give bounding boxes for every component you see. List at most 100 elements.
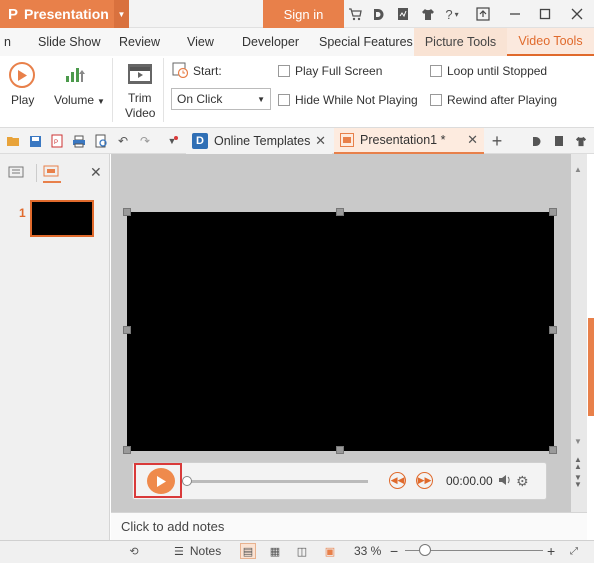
backup-icon[interactable]: ⟲ [126, 543, 142, 559]
app-menu-dropdown-icon[interactable]: ▼ [114, 0, 129, 28]
resize-handle[interactable] [549, 446, 557, 454]
seek-bar[interactable] [186, 480, 368, 483]
volume-icon[interactable] [64, 62, 90, 88]
shirt-icon[interactable] [572, 132, 590, 150]
new-tab-plus-icon[interactable]: + [488, 131, 506, 151]
gear-icon[interactable]: ⚙ [516, 473, 532, 489]
slide-thumbnail[interactable] [30, 200, 94, 237]
d-logo-icon[interactable] [368, 4, 388, 24]
d-logo-icon[interactable] [528, 132, 546, 150]
tab-view[interactable]: View [179, 28, 222, 56]
tab-video-tools[interactable]: Video Tools [507, 28, 594, 56]
restore-icon[interactable] [468, 0, 498, 28]
video-object[interactable] [127, 212, 554, 451]
close-icon[interactable] [562, 0, 592, 28]
resize-handle[interactable] [549, 208, 557, 216]
zoom-level[interactable]: 33 % [354, 542, 381, 560]
start-clock-icon [172, 62, 189, 79]
close-tab-icon[interactable]: ✕ [315, 133, 326, 149]
normal-view-icon[interactable]: ▤ [240, 543, 256, 559]
resize-handle[interactable] [123, 446, 131, 454]
panel-divider [36, 164, 37, 182]
slide-number: 1 [19, 206, 26, 220]
next-slide-icon[interactable]: ▼ ▼ [574, 474, 582, 489]
doc-tab-label: Presentation1 * [360, 133, 446, 147]
hide-while-not-playing-checkbox[interactable] [278, 94, 290, 106]
notes-toggle-label: Notes [189, 544, 222, 558]
trim-label-1: Trim [128, 91, 152, 105]
resize-handle[interactable] [336, 446, 344, 454]
notes-area[interactable]: Click to add notes [111, 512, 587, 540]
print-icon[interactable] [70, 132, 88, 150]
sign-in-button[interactable]: Sign in [263, 0, 344, 28]
customize-dropdown-icon[interactable]: ▼ [163, 132, 181, 150]
notes-placeholder: Click to add notes [121, 519, 225, 534]
save-icon[interactable] [26, 132, 44, 150]
scroll-down-icon[interactable]: ▼ [574, 437, 582, 446]
open-folder-icon[interactable] [4, 132, 22, 150]
volume-dropdown[interactable]: Volume ▼ [54, 93, 105, 107]
speaker-icon[interactable] [498, 473, 514, 489]
resize-handle[interactable] [123, 208, 131, 216]
start-select[interactable]: On Click ▼ [171, 88, 271, 110]
slides-view-icon[interactable] [43, 165, 61, 183]
tab-developer[interactable]: Developer [234, 28, 307, 56]
reading-view-icon[interactable]: ◫ [294, 543, 310, 559]
zoom-slider-thumb[interactable] [419, 544, 431, 556]
minimize-icon[interactable] [500, 0, 530, 28]
document-icon[interactable] [550, 132, 568, 150]
doc-tab-online-templates[interactable]: D Online Templates ✕ [186, 128, 332, 154]
trim-video-icon[interactable] [126, 62, 154, 88]
resize-handle[interactable] [549, 326, 557, 334]
maximize-icon[interactable] [530, 0, 560, 28]
tab-special-features[interactable]: Special Features [311, 28, 421, 56]
rewind-button[interactable]: ◀◀ [389, 472, 406, 489]
rewind-after-playing-checkbox[interactable] [430, 94, 442, 106]
trim-label-2: Video [125, 106, 156, 120]
close-tab-icon[interactable]: ✕ [467, 132, 478, 148]
play-button[interactable] [147, 468, 175, 494]
zoom-out-icon[interactable]: − [390, 542, 398, 560]
resize-handle[interactable] [123, 326, 131, 334]
tab-slide-show[interactable]: Slide Show [30, 28, 109, 56]
shirt-icon[interactable] [418, 4, 438, 24]
rewind-after-playing-label: Rewind after Playing [447, 93, 558, 107]
presentation-file-icon [340, 133, 354, 147]
chevron-down-icon: ▼ [257, 94, 265, 104]
fit-window-icon[interactable]: ⤢ [566, 543, 582, 559]
tab-review[interactable]: Review [111, 28, 168, 56]
doc-tab-presentation[interactable]: Presentation1 * ✕ [334, 128, 484, 154]
cart-icon[interactable] [345, 4, 365, 24]
side-panel-toggle[interactable] [588, 318, 594, 416]
help-icon[interactable]: ? ▾ [440, 4, 464, 24]
ribbon-separator [163, 58, 164, 122]
tab-home-partial[interactable]: n [0, 28, 15, 56]
export-pdf-icon[interactable]: P [48, 132, 66, 150]
slideshow-view-icon[interactable]: ▣ [322, 543, 338, 559]
tab-picture-tools[interactable]: Picture Tools [414, 28, 507, 56]
undo-icon[interactable]: ↶ [114, 132, 132, 150]
play-circle-icon [9, 62, 35, 88]
play-full-screen-checkbox[interactable] [278, 65, 290, 77]
previous-slide-icon[interactable]: ▲ ▲ [574, 456, 582, 471]
document-icon[interactable] [393, 4, 413, 24]
notes-icon: ☰ [174, 545, 184, 558]
resize-handle[interactable] [336, 208, 344, 216]
app-menu-button[interactable]: P Presentation [0, 0, 114, 28]
volume-label: Volume [54, 93, 95, 107]
loop-until-stopped-checkbox[interactable] [430, 65, 442, 77]
notes-toggle[interactable]: ☰ Notes [174, 542, 221, 560]
fast-forward-button[interactable]: ▶▶ [416, 472, 433, 489]
loop-until-stopped-label: Loop until Stopped [447, 64, 548, 78]
close-panel-icon[interactable]: ✕ [90, 164, 104, 180]
scroll-up-icon[interactable]: ▲ [574, 165, 582, 174]
print-preview-icon[interactable] [92, 132, 110, 150]
seek-handle[interactable] [182, 476, 192, 486]
start-select-value: On Click [177, 92, 223, 106]
zoom-in-icon[interactable]: + [547, 542, 555, 560]
redo-icon[interactable]: ↷ [136, 132, 154, 150]
player-time: 00:00.00 [446, 474, 493, 488]
outline-view-icon[interactable] [8, 166, 26, 180]
slide-sorter-icon[interactable]: ▦ [267, 543, 283, 559]
svg-text:P: P [54, 140, 58, 146]
